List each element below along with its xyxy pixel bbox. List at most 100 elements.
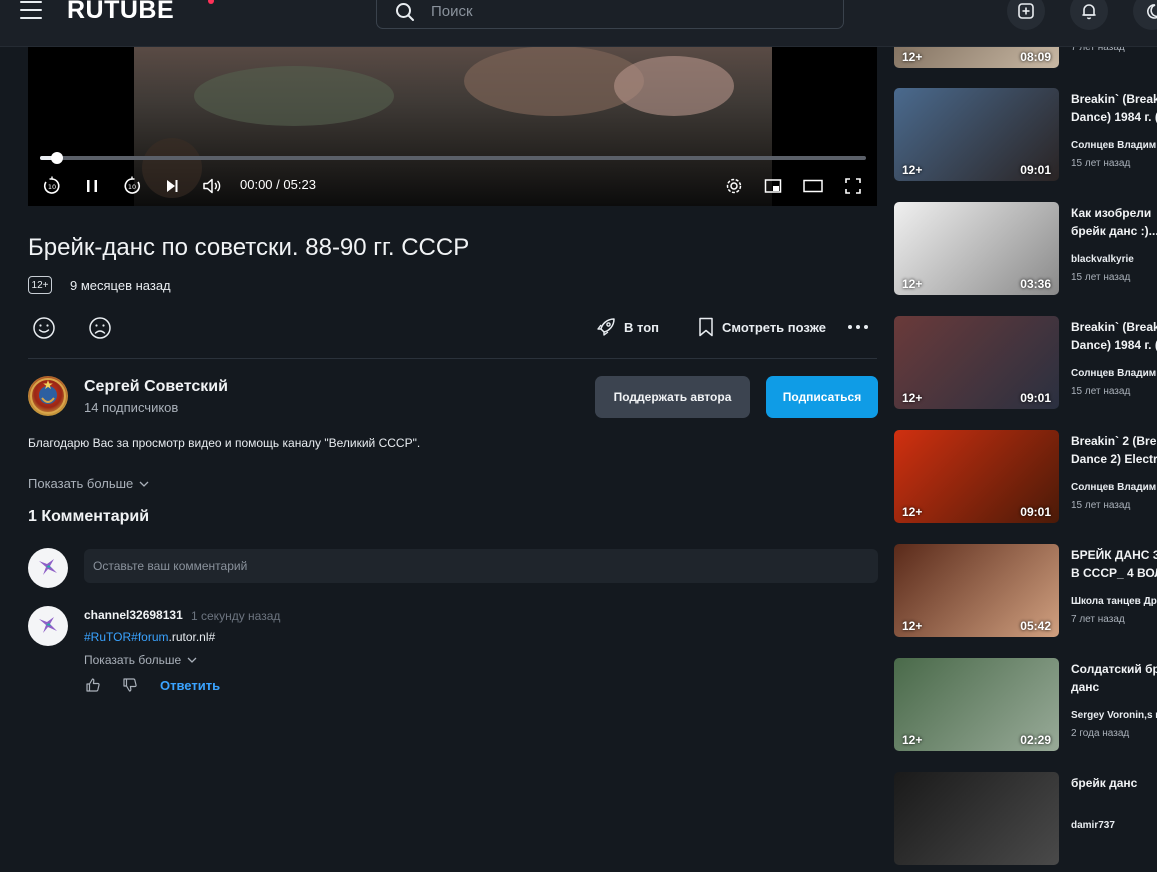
thumbnail-age-rating: 12+	[902, 505, 923, 519]
video-thumbnail[interactable]: 12+ 05:42	[894, 544, 1059, 637]
thumbs-up-icon	[86, 678, 100, 692]
thumbnail-age-rating: 12+	[902, 50, 923, 64]
notifications-button[interactable]	[1070, 0, 1108, 30]
menu-icon[interactable]	[20, 1, 42, 21]
hummingbird-icon	[39, 559, 57, 575]
channel-name[interactable]: Сергей Советский	[84, 378, 228, 396]
comments-title: 1 Комментарий	[28, 508, 150, 525]
video-thumbnail[interactable]: 12+ 03:36	[894, 202, 1059, 295]
theme-button[interactable]	[1133, 0, 1157, 30]
comment-dislike-button[interactable]	[122, 677, 138, 693]
video-player[interactable]: 10 10 00:00 / 05:23	[28, 46, 877, 206]
volume-button[interactable]	[200, 174, 224, 198]
video-thumbnail[interactable]	[894, 772, 1059, 865]
more-options-icon[interactable]	[848, 317, 868, 337]
picture-in-picture-icon	[764, 179, 782, 193]
recommended-title[interactable]: Breakin` (Break Dance) 1984 г. (	[1071, 318, 1157, 354]
commenter-avatar[interactable]	[28, 606, 68, 646]
recommended-date: 7 лет назад	[1071, 614, 1125, 625]
rewind-10-button[interactable]: 10	[40, 174, 64, 198]
recommended-video[interactable]: 12+ 02:29 Солдатский бр данс Sergey Voronin…	[894, 658, 1157, 758]
recommended-title[interactable]: Как изобрели брейк данс :)...	[1071, 204, 1157, 240]
recommended-title[interactable]: Breakin` (Break Dance) 1984 г. (	[1071, 90, 1157, 126]
next-button[interactable]	[160, 174, 184, 198]
search-box	[376, 0, 844, 29]
hummingbird-icon	[39, 617, 57, 633]
hashtag-link[interactable]: #RuTOR	[84, 630, 131, 644]
like-button[interactable]	[32, 316, 56, 340]
skip-next-icon	[167, 180, 178, 192]
hashtag-link[interactable]: #forum	[131, 630, 168, 644]
channel-avatar[interactable]	[28, 376, 68, 416]
publish-date: 9 месяцев назад	[70, 278, 171, 293]
theater-mode-button[interactable]	[801, 174, 825, 198]
video-thumbnail[interactable]: 12+ 09:01	[894, 316, 1059, 409]
recommended-video[interactable]: 12+ 05:42 БРЕЙК ДАНС З В СССР_ 4 ВОЛ Школа …	[894, 544, 1157, 644]
subscribe-button[interactable]: Подписаться	[766, 376, 878, 418]
recommended-channel[interactable]: damir737	[1071, 820, 1157, 831]
recommended-title[interactable]: Breakin` 2 (Bre Dance 2) Electr	[1071, 432, 1157, 468]
comment-like-button[interactable]	[85, 677, 101, 693]
watch-later-button[interactable]: Смотреть позже	[698, 317, 826, 337]
recommended-video[interactable]: 12+ 09:01 Breakin` 2 (Bre Dance 2) Electr С…	[894, 430, 1157, 530]
comment-author[interactable]: channel32698131	[84, 608, 183, 622]
thumbnail-duration: 09:01	[1020, 505, 1051, 519]
time-current: 00:00	[240, 177, 273, 192]
recommended-channel[interactable]: Солнцев Владим	[1071, 482, 1157, 493]
fullscreen-button[interactable]	[841, 174, 865, 198]
settings-button[interactable]	[722, 174, 746, 198]
miniplayer-button[interactable]	[761, 174, 785, 198]
recommended-channel[interactable]: Солнцев Владим	[1071, 140, 1157, 151]
recommended-title[interactable]: брейк данс	[1071, 774, 1157, 792]
thumbnail-duration: 05:42	[1020, 619, 1051, 633]
progress-handle[interactable]	[50, 152, 63, 164]
recommended-video[interactable]: 12+ 09:01 Breakin` (Break Dance) 1984 г. (…	[894, 316, 1157, 416]
search-icon[interactable]	[395, 2, 415, 22]
fullscreen-icon	[845, 178, 861, 194]
progress-bar[interactable]	[40, 152, 866, 164]
comment-show-more[interactable]: Показать больше	[84, 653, 197, 667]
recommended-channel[interactable]: Sergey Voronin,s n	[1071, 710, 1157, 721]
recommended-channel[interactable]: blackvalkyrie	[1071, 254, 1157, 265]
sad-face-icon	[89, 317, 111, 339]
forward-10-button[interactable]: 10	[120, 174, 144, 198]
search-input[interactable]	[429, 0, 813, 24]
video-thumbnail[interactable]: 12+ 09:01	[894, 430, 1059, 523]
upload-button[interactable]	[1007, 0, 1045, 30]
video-thumbnail[interactable]: 12+ 02:29	[894, 658, 1059, 751]
recommended-channel[interactable]: Солнцев Владим	[1071, 368, 1157, 379]
support-author-button[interactable]: Поддержать автора	[595, 376, 750, 418]
rutube-logo[interactable]: RUTUBE	[67, 0, 174, 25]
show-more-description[interactable]: Показать больше	[28, 476, 149, 491]
thumbnail-duration: 03:36	[1020, 277, 1051, 291]
comment-text-tail: .rutor.nl#	[168, 630, 216, 644]
recommended-video[interactable]: 12+ 09:01 Breakin` (Break Dance) 1984 г. (…	[894, 88, 1157, 188]
pause-button[interactable]	[80, 174, 104, 198]
gear-icon	[726, 178, 742, 194]
volume-icon	[203, 178, 221, 194]
video-thumbnail[interactable]: 12+ 09:01	[894, 88, 1059, 181]
recommended-channel[interactable]: Школа танцев Др	[1071, 596, 1157, 607]
thumbnail-duration: 09:01	[1020, 163, 1051, 177]
recommended-video[interactable]: 12+ 03:36 Как изобрели брейк данс :)... bla…	[894, 202, 1157, 302]
rocket-icon	[597, 318, 615, 336]
dislike-button[interactable]	[88, 316, 112, 340]
recommended-title[interactable]: БРЕЙК ДАНС З В СССР_ 4 ВОЛ	[1071, 546, 1157, 582]
show-more-label: Показать больше	[28, 476, 134, 491]
pause-icon	[87, 180, 97, 192]
video-frame	[134, 46, 772, 206]
thumbnail-age-rating: 12+	[902, 391, 923, 405]
reply-button[interactable]: Ответить	[160, 678, 220, 693]
comment-show-more-label: Показать больше	[84, 653, 182, 667]
comment-text: #RuTOR#forum.rutor.nl#	[84, 630, 215, 644]
thumbnail-duration: 09:01	[1020, 391, 1051, 405]
recommended-date: 2 года назад	[1071, 728, 1130, 739]
chevron-down-icon	[187, 657, 197, 663]
thumbnail-duration: 08:09	[1020, 50, 1051, 64]
forward-10-icon: 10	[124, 176, 141, 194]
top-header: RUTUBE	[0, 0, 1157, 47]
comment-input[interactable]	[84, 549, 878, 583]
recommended-video[interactable]: брейк данс damir737	[894, 772, 1157, 872]
recommended-title[interactable]: Солдатский бр данс	[1071, 660, 1157, 696]
to-top-button[interactable]: В топ	[596, 317, 659, 337]
